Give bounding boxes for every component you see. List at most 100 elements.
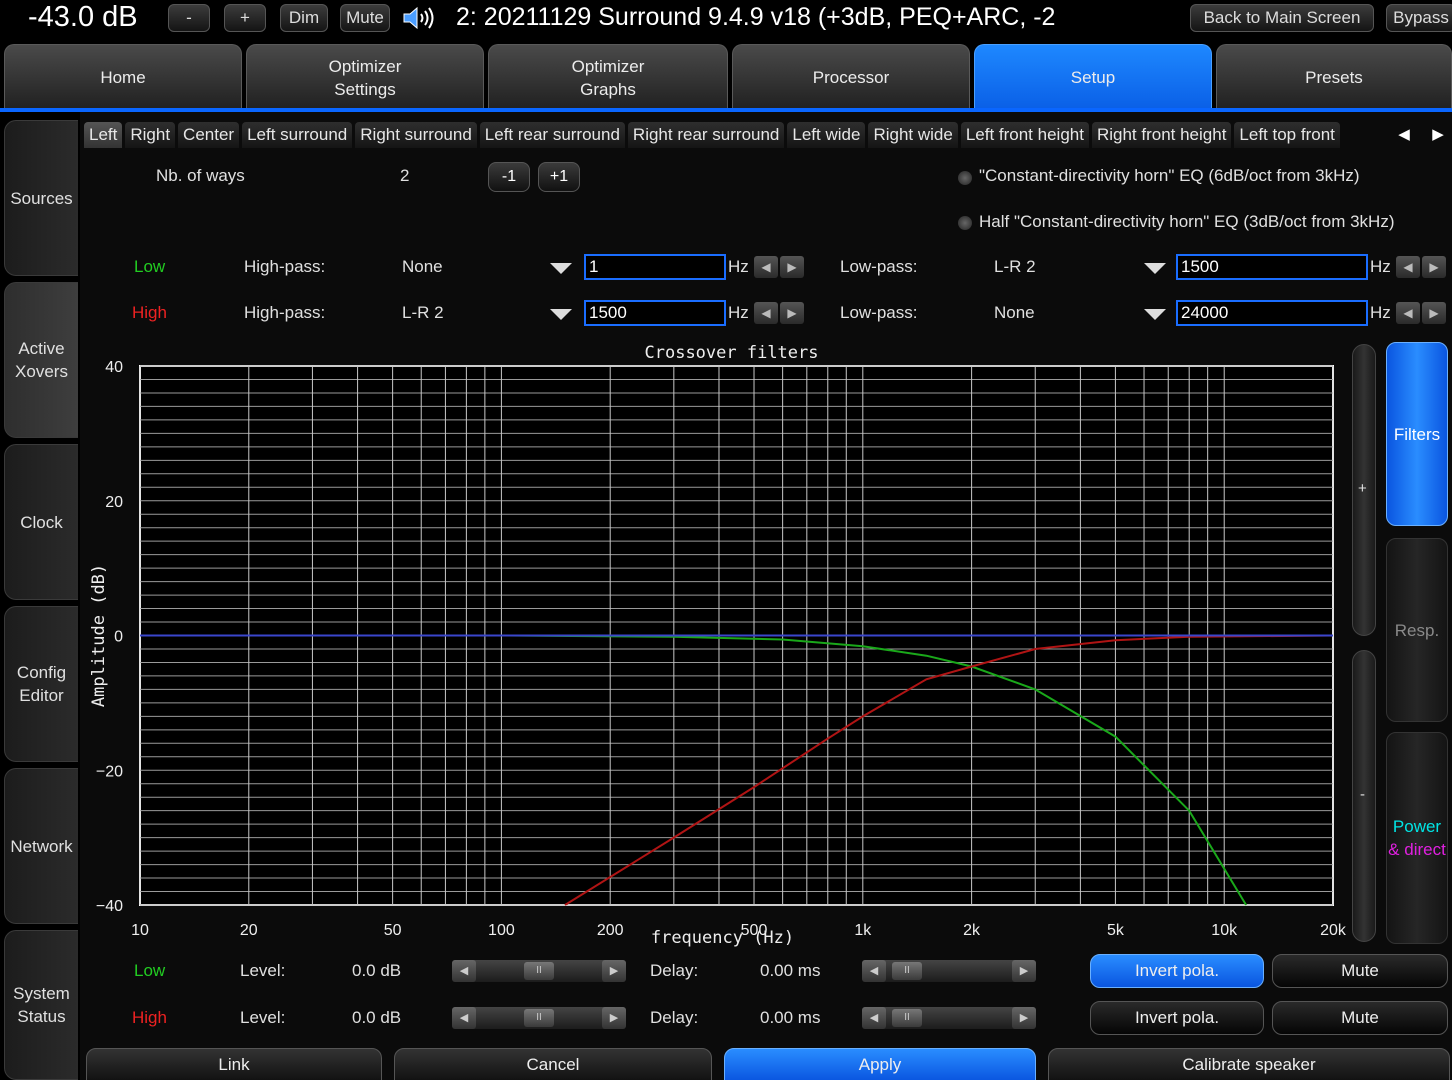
slider-right-icon[interactable]: ▶ xyxy=(602,1007,626,1029)
step-up-icon[interactable]: ▶ xyxy=(780,302,804,324)
view-response-button[interactable]: Resp. xyxy=(1386,538,1448,722)
x-tick-label: 100 xyxy=(488,922,515,939)
sidebar-item-active-xovers[interactable]: Active Xovers xyxy=(4,282,78,438)
band-high-lp-type[interactable]: None xyxy=(994,302,1035,324)
step-down-icon[interactable]: ◀ xyxy=(1396,302,1420,324)
ways-increment-button[interactable]: +1 xyxy=(538,162,580,192)
channel-tab-left-wide[interactable]: Left wide xyxy=(787,122,866,148)
horn-eq-full-radio[interactable] xyxy=(958,171,972,185)
band-high-lp-label: Low-pass: xyxy=(840,303,918,322)
step-up-icon[interactable]: ▶ xyxy=(1422,256,1446,278)
slider-left-icon[interactable]: ◀ xyxy=(452,1007,476,1029)
band-low-hp-label: High-pass: xyxy=(244,257,326,276)
volume-down-button[interactable]: - xyxy=(168,4,210,32)
step-up-icon[interactable]: ▶ xyxy=(1422,302,1446,324)
channel-tab-left-rear-surround[interactable]: Left rear surround xyxy=(479,122,625,148)
band-low-lp-freq-input[interactable]: 1500 xyxy=(1176,254,1368,280)
band-low-hp-stepper[interactable]: ◀ ▶ xyxy=(754,256,806,278)
control-high-level-slider[interactable]: ◀ II ▶ xyxy=(452,1007,626,1029)
control-low-level-value: 0.0 dB xyxy=(352,961,402,980)
power-label: Power xyxy=(1392,817,1442,836)
channel-tab-left-front-height[interactable]: Left front height xyxy=(960,122,1089,148)
channel-tab-left-surround[interactable]: Left surround xyxy=(242,122,353,148)
x-tick-label: 1k xyxy=(854,922,872,939)
band-low-lp-stepper[interactable]: ◀ ▶ xyxy=(1396,256,1448,278)
band-high-hp-dropdown-icon[interactable] xyxy=(546,305,576,323)
low-mute-button[interactable]: Mute xyxy=(1272,954,1448,988)
link-button[interactable]: Link xyxy=(86,1048,382,1080)
high-mute-button[interactable]: Mute xyxy=(1272,1001,1448,1035)
sidebar-item-clock[interactable]: Clock xyxy=(4,444,78,600)
band-high-hp-freq-input[interactable]: 1500 xyxy=(584,300,726,326)
band-high-lp-stepper[interactable]: ◀ ▶ xyxy=(1396,302,1448,324)
step-down-icon[interactable]: ◀ xyxy=(754,256,778,278)
step-up-icon[interactable]: ▶ xyxy=(780,256,804,278)
band-low-hp-freq-input[interactable]: 1 xyxy=(584,254,726,280)
bypass-button[interactable]: Bypass xyxy=(1386,4,1452,32)
slider-right-icon[interactable]: ▶ xyxy=(1012,1007,1036,1029)
dim-button[interactable]: Dim xyxy=(280,4,328,32)
band-low-lp-dropdown-icon[interactable] xyxy=(1140,259,1170,277)
mute-button[interactable]: Mute xyxy=(340,4,390,32)
slider-knob[interactable]: II xyxy=(892,1009,922,1027)
sidebar-item-system-status[interactable]: System Status xyxy=(4,930,78,1080)
slider-knob[interactable]: II xyxy=(892,962,922,980)
tab-setup[interactable]: Setup xyxy=(974,44,1212,110)
channel-scroll-right-icon[interactable]: ▶ xyxy=(1428,122,1448,148)
cancel-button[interactable]: Cancel xyxy=(394,1048,712,1080)
view-filters-button[interactable]: Filters xyxy=(1386,342,1448,526)
slider-right-icon[interactable]: ▶ xyxy=(602,960,626,982)
tab-home[interactable]: Home xyxy=(4,44,242,110)
band-low-lp-type[interactable]: L-R 2 xyxy=(994,256,1036,278)
main-tabs: Home Optimizer Settings Optimizer Graphs… xyxy=(0,42,1452,110)
slider-left-icon[interactable]: ◀ xyxy=(862,1007,886,1029)
channel-tab-left[interactable]: Left xyxy=(84,122,123,148)
step-down-icon[interactable]: ◀ xyxy=(754,302,778,324)
x-tick-label: 200 xyxy=(597,922,624,939)
channel-tab-left-top-front[interactable]: Left top front xyxy=(1234,122,1340,148)
sidebar-item-sources[interactable]: Sources xyxy=(4,120,78,276)
slider-left-icon[interactable]: ◀ xyxy=(452,960,476,982)
low-invert-polarity-button[interactable]: Invert pola. xyxy=(1090,954,1264,988)
volume-up-button[interactable]: + xyxy=(224,4,266,32)
tab-processor[interactable]: Processor xyxy=(732,44,970,110)
channel-tab-center[interactable]: Center xyxy=(178,122,240,148)
band-high-hp-stepper[interactable]: ◀ ▶ xyxy=(754,302,806,324)
slider-knob[interactable]: II xyxy=(524,962,554,980)
calibrate-speaker-button[interactable]: Calibrate speaker xyxy=(1048,1048,1450,1080)
band-low-hp-dropdown-icon[interactable] xyxy=(546,259,576,277)
high-invert-polarity-button[interactable]: Invert pola. xyxy=(1090,1001,1264,1035)
channel-tab-right-front-height[interactable]: Right front height xyxy=(1091,122,1232,148)
band-high-lp-dropdown-icon[interactable] xyxy=(1140,305,1170,323)
tab-optimizer-graphs[interactable]: Optimizer Graphs xyxy=(488,44,728,110)
sidebar-item-config-editor[interactable]: Config Editor xyxy=(4,606,78,762)
band-high-lp-freq-input[interactable]: 24000 xyxy=(1176,300,1368,326)
control-low-delay-value: 0.00 ms xyxy=(760,961,821,980)
y-tick-label: −40 xyxy=(96,898,123,915)
channel-tab-right-wide[interactable]: Right wide xyxy=(868,122,958,148)
view-power-directivity-button[interactable]: Power & direct xyxy=(1386,732,1448,944)
channel-tab-right-surround[interactable]: Right surround xyxy=(355,122,477,148)
back-to-main-button[interactable]: Back to Main Screen xyxy=(1190,4,1374,32)
slider-knob[interactable]: II xyxy=(524,1009,554,1027)
tab-presets[interactable]: Presets xyxy=(1216,44,1452,110)
control-low-level-slider[interactable]: ◀ II ▶ xyxy=(452,960,626,982)
sidebar-item-network[interactable]: Network xyxy=(4,768,78,924)
y-tick-label: −20 xyxy=(96,763,123,780)
band-low-hp-type[interactable]: None xyxy=(402,256,443,278)
channel-tab-right[interactable]: Right xyxy=(125,122,176,148)
tab-optimizer-settings[interactable]: Optimizer Settings xyxy=(246,44,484,110)
channel-scroll-left-icon[interactable]: ◀ xyxy=(1394,122,1414,148)
slider-right-icon[interactable]: ▶ xyxy=(1012,960,1036,982)
ways-decrement-button[interactable]: -1 xyxy=(488,162,530,192)
channel-tab-right-rear-surround[interactable]: Right rear surround xyxy=(627,122,785,148)
control-low-delay-slider[interactable]: ◀ II ▶ xyxy=(862,960,1036,982)
speaker-icon[interactable] xyxy=(402,6,436,30)
step-down-icon[interactable]: ◀ xyxy=(1396,256,1420,278)
band-high-hp-type[interactable]: L-R 2 xyxy=(402,302,444,324)
slider-left-icon[interactable]: ◀ xyxy=(862,960,886,982)
control-high-delay-slider[interactable]: ◀ II ▶ xyxy=(862,1007,1036,1029)
y-tick-label: 0 xyxy=(114,629,123,646)
apply-button[interactable]: Apply xyxy=(724,1048,1036,1080)
horn-eq-half-radio[interactable] xyxy=(958,216,972,230)
